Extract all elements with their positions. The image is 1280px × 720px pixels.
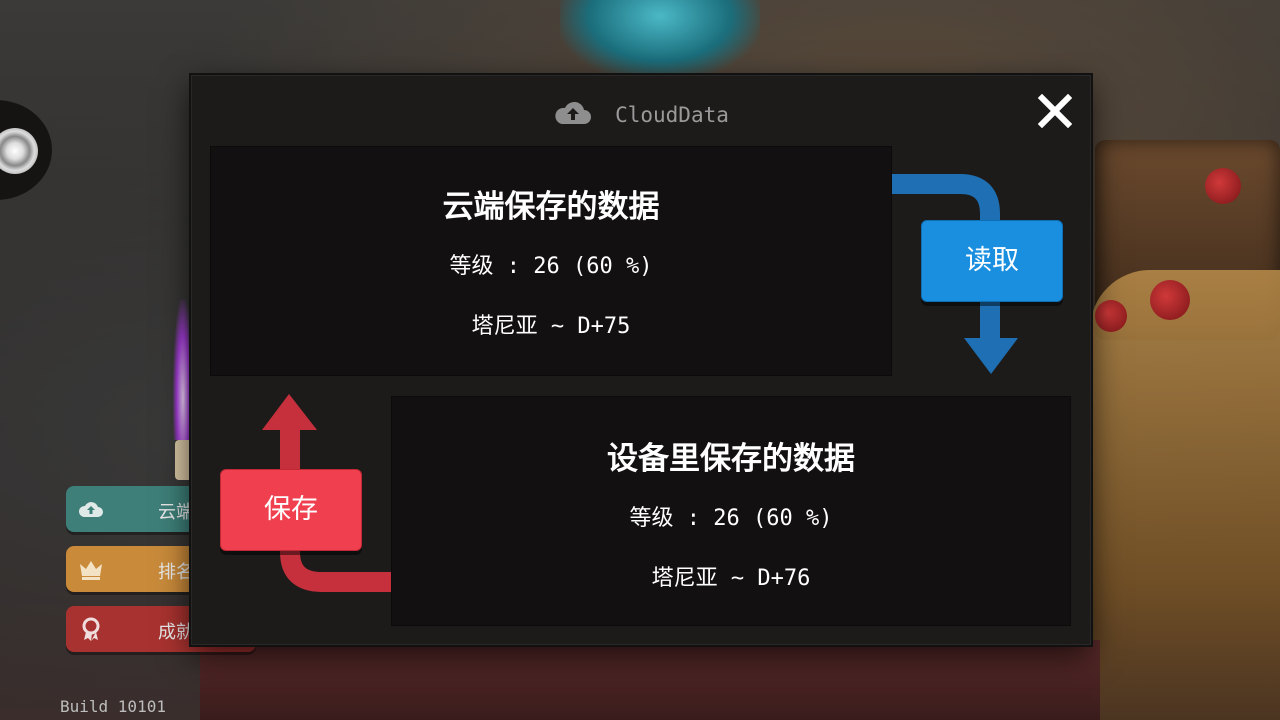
rose-decoration [1095,300,1127,332]
cloud-save-panel: 云端保存的数据 等级 : 26 (60 %) 塔尼亚 ~ D+75 [210,146,892,376]
cloud-save-heading: 云端保存的数据 [442,189,660,225]
table-cloth [200,640,1100,720]
side-button-label: 云端 [158,502,194,523]
device-save-stage: 塔尼亚 ~ D+76 [651,566,811,591]
device-save-heading: 设备里保存的数据 [607,441,855,477]
character-hair [1090,270,1280,720]
candle-flame [173,300,193,440]
device-save-panel: 设备里保存的数据 等级 : 26 (60 %) 塔尼亚 ~ D+76 [391,396,1071,626]
cloud-data-dialog: CloudData 云端保存的数据 等级 : 26 (60 %) 塔尼亚 ~ D… [191,75,1091,645]
save-arrowhead [262,394,317,430]
ring-dial[interactable] [0,100,52,200]
ring-dial-center [0,128,38,174]
save-button[interactable]: 保存 [220,469,362,551]
device-save-level: 等级 : 26 (60 %) [629,506,833,531]
rose-decoration [1150,280,1190,320]
cloud-upload-icon [78,497,104,521]
red-orb [1205,168,1241,204]
character-headdress [560,0,760,80]
side-button-label: 成就 [158,622,194,643]
build-version: Build 10101 [60,697,166,716]
cloud-save-level: 等级 : 26 (60 %) [449,254,653,279]
side-button-label: 排名 [158,562,194,583]
load-arrowhead [964,338,1018,374]
crown-icon [78,557,104,581]
load-button[interactable]: 读取 [921,220,1063,302]
ribbon-badge-icon [78,617,104,641]
cloud-save-stage: 塔尼亚 ~ D+75 [471,314,631,339]
